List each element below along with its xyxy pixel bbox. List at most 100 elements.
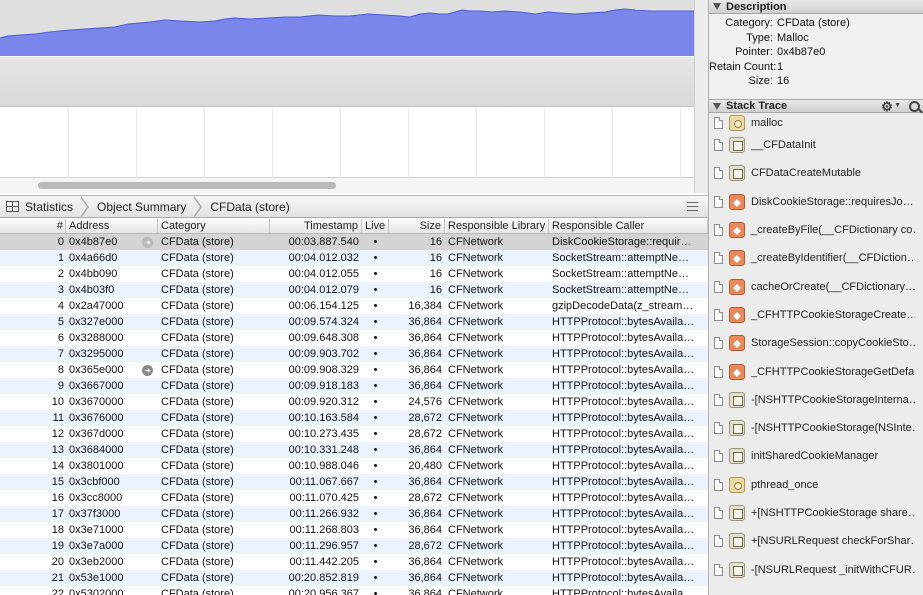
secondary-track[interactable] (0, 57, 694, 107)
source-file-icon[interactable] (714, 450, 723, 463)
source-file-icon[interactable] (714, 422, 723, 435)
table-row[interactable]: 21 0x53e1000 CFData (store) 00:20.852.819 • 3… (0, 570, 708, 586)
table-row[interactable]: 10 0x3670000 CFData (store) 00:09.920.312 • 2… (0, 394, 708, 410)
table-row[interactable]: 0 0x4b87e0 ➜ CFData (store) 00:03.887.540 • 16… (0, 234, 708, 250)
source-file-icon[interactable] (714, 308, 723, 321)
column-header-library[interactable]: Responsible Library (445, 219, 549, 233)
source-file-icon[interactable] (714, 224, 723, 237)
timeline-horizontal-scrollbar[interactable] (0, 178, 694, 193)
column-header-caller[interactable]: Responsible Caller (549, 219, 708, 233)
source-file-icon[interactable] (714, 563, 723, 576)
column-header-index[interactable]: # (0, 219, 66, 233)
stack-frame-label: cacheOrCreate(__CFDictionary… (751, 280, 915, 293)
column-header-timestamp[interactable]: Timestamp (270, 219, 362, 233)
stack-frame-label: _CFHTTPCookieStorageCreate… (751, 308, 915, 321)
library-cell-text: CFNetwork (448, 316, 504, 328)
search-icon[interactable] (909, 100, 920, 112)
scrollbar-thumb[interactable] (38, 182, 336, 189)
stack-frame[interactable]: malloc (709, 114, 923, 131)
description-header[interactable]: Description (709, 0, 923, 14)
table-row[interactable]: 11 0x3676000 CFData (store) 00:10.163.584 • 2… (0, 410, 708, 426)
stack-frame[interactable]: _CFHTTPCookieStorageGetDefault (709, 357, 923, 385)
grid-icon (6, 201, 19, 212)
source-file-icon[interactable] (714, 195, 723, 208)
source-file-icon[interactable] (714, 167, 723, 180)
source-file-icon[interactable] (714, 365, 723, 378)
stack-trace-header[interactable]: Stack Trace ⚙ ▼ (709, 99, 923, 113)
caller-cell-text: HTTPProtocol::bytesAvaila… (552, 508, 695, 520)
stack-frame[interactable]: _createByIdentifier(__CFDiction… (709, 244, 923, 272)
crumb-statistics[interactable]: Statistics (0, 196, 81, 218)
source-file-icon[interactable] (714, 116, 723, 129)
row-index-text: 1 (57, 252, 64, 264)
table-row[interactable]: 6 0x3288000 CFData (store) 00:09.648.308 • 36… (0, 330, 708, 346)
stack-frame[interactable]: _createByFile(__CFDictionary co… (709, 216, 923, 244)
stack-frame[interactable]: +[NSHTTPCookieStorage share… (709, 499, 923, 527)
focus-arrow-icon[interactable]: ➜ (142, 365, 153, 376)
column-header-address[interactable]: Address (66, 219, 158, 233)
table-row[interactable]: 12 0x367d000 CFData (store) 00:10.273.435 • 2… (0, 426, 708, 442)
source-file-icon[interactable] (714, 139, 723, 152)
table-row[interactable]: 14 0x3801000 CFData (store) 00:10.988.046 • 2… (0, 458, 708, 474)
table-row[interactable]: 15 0x3cbf000 CFData (store) 00:11.067.667 • 3… (0, 474, 708, 490)
library-cell: CFNetwork (445, 554, 549, 570)
category-cell: CFData (store) (158, 282, 270, 298)
disclosure-triangle-icon[interactable] (713, 102, 721, 110)
table-row[interactable]: 22 0x5302000 CFData (store) 00:20.956.367 • 3… (0, 586, 708, 595)
focus-arrow-icon[interactable]: ➜ (142, 237, 153, 248)
list-menu-icon[interactable] (687, 202, 698, 211)
chevron-down-icon[interactable]: ▼ (894, 99, 901, 113)
stack-frame[interactable]: CFDataCreateMutable (709, 159, 923, 187)
source-file-icon[interactable] (714, 535, 723, 548)
crumb-object-summary[interactable]: Object Summary (91, 196, 194, 218)
category-cell-text: CFData (store) (161, 524, 234, 536)
table-row[interactable]: 8 0x365e000 ➜ CFData (store) 00:09.908.329 • 3… (0, 362, 708, 378)
stack-frame[interactable]: +[NSURLRequest checkForShar… (709, 527, 923, 555)
empty-track[interactable] (0, 108, 694, 178)
source-file-icon[interactable] (714, 280, 723, 293)
column-header-live[interactable]: Live (362, 219, 389, 233)
source-file-icon[interactable] (714, 393, 723, 406)
table-row[interactable]: 9 0x3667000 CFData (store) 00:09.918.183 • 36… (0, 378, 708, 394)
allocations-track[interactable] (0, 0, 694, 56)
table-row[interactable]: 2 0x4bb090 CFData (store) 00:04.012.055 • 16 C… (0, 266, 708, 282)
table-row[interactable]: 18 0x3e71000 CFData (store) 00:11.268.803 • 3… (0, 522, 708, 538)
row-index-text: 6 (57, 332, 64, 344)
table-row[interactable]: 16 0x3cc8000 CFData (store) 00:11.070.425 • 2… (0, 490, 708, 506)
stack-frame[interactable]: -[NSURLRequest _initWithCFUR… (709, 555, 923, 583)
table-row[interactable]: 19 0x3e7a000 CFData (store) 00:11.296.957 • 2… (0, 538, 708, 554)
stack-frame[interactable]: DiskCookieStorage::requiresJo… (709, 188, 923, 216)
timeline-panel[interactable] (0, 0, 708, 193)
gear-icon[interactable]: ⚙ (881, 100, 894, 113)
source-file-icon[interactable] (714, 337, 723, 350)
table-row[interactable]: 17 0x37f3000 CFData (store) 00:11.266.932 • 3… (0, 506, 708, 522)
stack-frame[interactable]: pthread_once (709, 471, 923, 499)
address-cell: 0x3eb2000 (66, 554, 158, 570)
table-row[interactable]: 4 0x2a47000 CFData (store) 00:06.154.125 • 16… (0, 298, 708, 314)
stack-frame[interactable]: initSharedCookieManager (709, 442, 923, 470)
timeline-vertical-scrollbar[interactable] (694, 0, 708, 193)
table-row[interactable]: 1 0x4a66d0 CFData (store) 00:04.012.032 • 16 C… (0, 250, 708, 266)
table-row[interactable]: 13 0x3684000 CFData (store) 00:10.331.248 • 3… (0, 442, 708, 458)
stack-frame[interactable]: cacheOrCreate(__CFDictionary… (709, 272, 923, 300)
timestamp-cell: 00:04.012.055 (270, 266, 362, 282)
table-row[interactable]: 3 0x4b03f0 CFData (store) 00:04.012.079 • 16 C… (0, 282, 708, 298)
source-file-icon[interactable] (714, 252, 723, 265)
row-index-text: 22 (51, 588, 64, 595)
stack-frame[interactable]: -[NSHTTPCookieStorageInterna… (709, 386, 923, 414)
table-row[interactable]: 7 0x3295000 CFData (store) 00:09.903.702 • 36… (0, 346, 708, 362)
source-file-icon[interactable] (714, 478, 723, 491)
stack-frame[interactable]: StorageSession::copyCookieSto… (709, 329, 923, 357)
table-row[interactable]: 5 0x327e000 CFData (store) 00:09.574.324 • 36… (0, 314, 708, 330)
size-cell-text: 16,384 (408, 300, 442, 312)
timestamp-cell: 00:11.070.425 (270, 490, 362, 506)
column-header-category[interactable]: Category (158, 219, 270, 233)
stack-frame[interactable]: _CFHTTPCookieStorageCreate… (709, 301, 923, 329)
column-header-size[interactable]: Size (389, 219, 445, 233)
disclosure-triangle-icon[interactable] (713, 3, 721, 10)
crumb-category[interactable]: CFData (store) (204, 196, 297, 218)
source-file-icon[interactable] (714, 507, 723, 519)
stack-frame[interactable]: __CFDataInit (709, 131, 923, 159)
table-row[interactable]: 20 0x3eb2000 CFData (store) 00:11.442.205 • 3… (0, 554, 708, 570)
stack-frame[interactable]: -[NSHTTPCookieStorage(NSInte… (709, 414, 923, 442)
